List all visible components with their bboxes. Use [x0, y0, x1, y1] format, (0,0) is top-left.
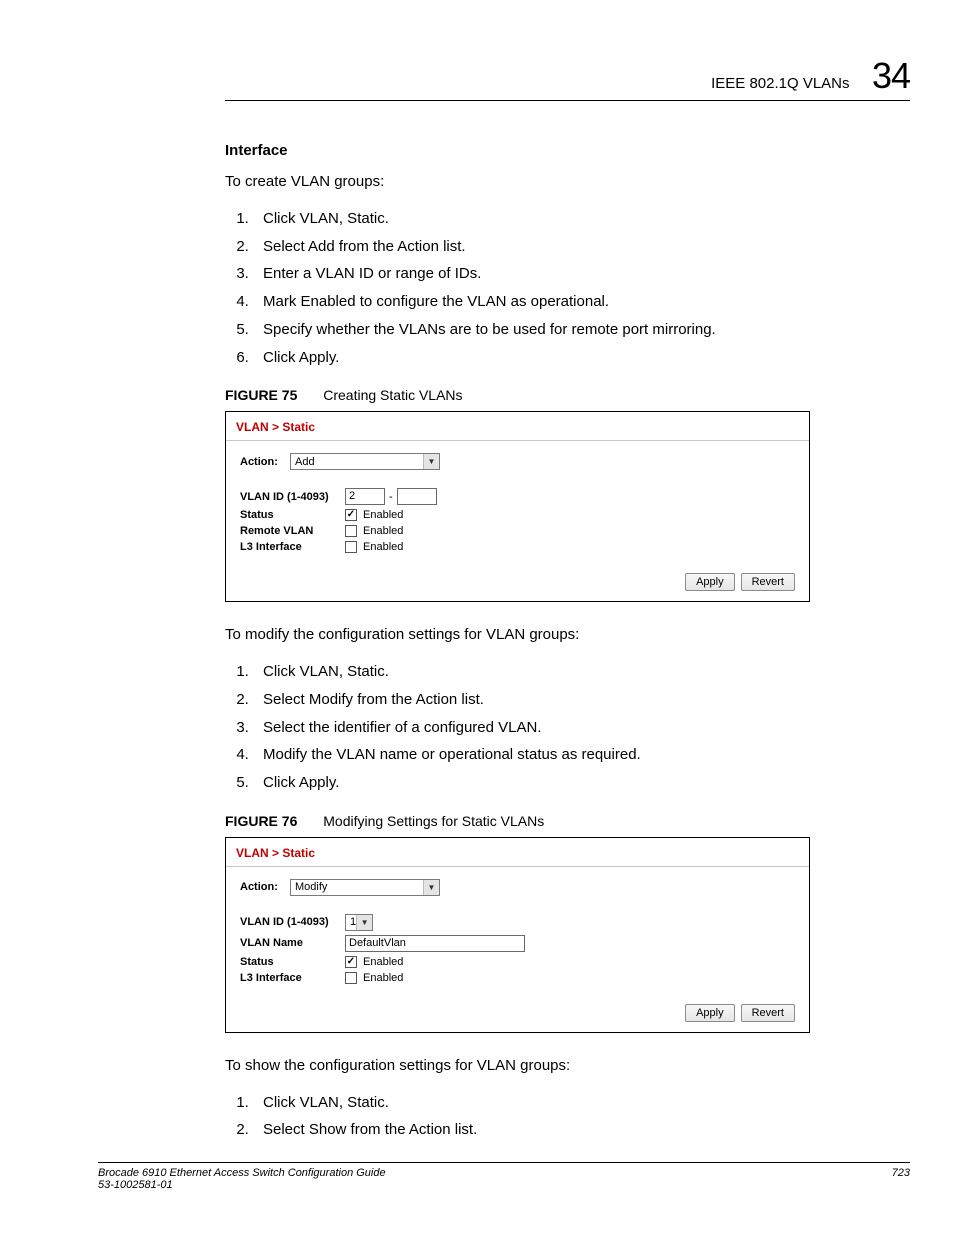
breadcrumb: VLAN > Static: [226, 412, 809, 440]
step: Select Add from the Action list.: [253, 233, 810, 261]
figure-label: FIGURE 75: [225, 387, 297, 403]
action-select[interactable]: Modify ▼: [290, 879, 440, 896]
remote-vlan-label: Remote VLAN: [240, 525, 345, 537]
page-number: 723: [892, 1167, 910, 1191]
footer-left: Brocade 6910 Ethernet Access Switch Conf…: [98, 1167, 386, 1191]
l3-interface-text: Enabled: [363, 972, 403, 984]
action-label: Action:: [240, 881, 290, 893]
doc-number: 53-1002581-01: [98, 1179, 386, 1191]
status-label: Status: [240, 509, 345, 521]
l3-interface-text: Enabled: [363, 541, 403, 553]
action-select[interactable]: Add ▼: [290, 453, 440, 470]
page-footer: Brocade 6910 Ethernet Access Switch Conf…: [98, 1162, 910, 1191]
action-label: Action:: [240, 456, 290, 468]
vlan-name-input[interactable]: DefaultVlan: [345, 935, 525, 952]
revert-button[interactable]: Revert: [741, 573, 795, 591]
status-label: Status: [240, 956, 345, 968]
action-value: Add: [295, 456, 315, 468]
chapter-number: 34: [872, 58, 910, 94]
chevron-down-icon: ▼: [423, 880, 439, 895]
l3-interface-label: L3 Interface: [240, 972, 345, 984]
action-row: Action: Add ▼: [240, 453, 795, 470]
chevron-down-icon: ▼: [423, 454, 439, 469]
status-checkbox[interactable]: [345, 956, 357, 968]
screenshot-modify-vlan: VLAN > Static Action: Modify ▼ VLAN ID (…: [225, 837, 810, 1033]
figure-76-caption: FIGURE 76 Modifying Settings for Static …: [225, 813, 810, 829]
intro-create: To create VLAN groups:: [225, 171, 810, 193]
steps-show: Click VLAN, Static. Select Show from the…: [225, 1089, 810, 1145]
step: Click VLAN, Static.: [253, 205, 810, 233]
status-checkbox[interactable]: [345, 509, 357, 521]
remote-vlan-text: Enabled: [363, 525, 403, 537]
step: Click Apply.: [253, 769, 810, 797]
apply-button[interactable]: Apply: [685, 1004, 735, 1022]
action-value: Modify: [295, 881, 327, 893]
step: Click VLAN, Static.: [253, 658, 810, 686]
status-text: Enabled: [363, 956, 403, 968]
step: Select the identifier of a configured VL…: [253, 714, 810, 742]
vlanid-from-input[interactable]: 2: [345, 488, 385, 505]
remote-vlan-checkbox[interactable]: [345, 525, 357, 537]
l3-interface-label: L3 Interface: [240, 541, 345, 553]
figure-label: FIGURE 76: [225, 813, 297, 829]
l3-interface-checkbox[interactable]: [345, 541, 357, 553]
steps-modify: Click VLAN, Static. Select Modify from t…: [225, 658, 810, 797]
doc-title: Brocade 6910 Ethernet Access Switch Conf…: [98, 1167, 386, 1179]
vlan-name-label: VLAN Name: [240, 937, 345, 949]
step: Click VLAN, Static.: [253, 1089, 810, 1117]
step: Mark Enabled to configure the VLAN as op…: [253, 288, 810, 316]
step: Enter a VLAN ID or range of IDs.: [253, 260, 810, 288]
interface-heading: Interface: [225, 142, 810, 159]
steps-create: Click VLAN, Static. Select Add from the …: [225, 205, 810, 372]
vlanid-label: VLAN ID (1-4093): [240, 491, 345, 503]
figure-title: Creating Static VLANs: [323, 387, 462, 403]
intro-show: To show the configuration settings for V…: [225, 1055, 810, 1077]
status-text: Enabled: [363, 509, 403, 521]
vlanid-label: VLAN ID (1-4093): [240, 916, 345, 928]
step: Modify the VLAN name or operational stat…: [253, 741, 810, 769]
vlanid-to-input[interactable]: [397, 488, 437, 505]
figure-title: Modifying Settings for Static VLANs: [323, 813, 544, 829]
step: Select Modify from the Action list.: [253, 686, 810, 714]
range-dash: -: [389, 491, 393, 503]
l3-interface-checkbox[interactable]: [345, 972, 357, 984]
screenshot-create-vlan: VLAN > Static Action: Add ▼ VLAN ID (1-4…: [225, 411, 810, 602]
step: Specify whether the VLANs are to be used…: [253, 316, 810, 344]
intro-modify: To modify the configuration settings for…: [225, 624, 810, 646]
breadcrumb: VLAN > Static: [226, 838, 809, 866]
chevron-down-icon: ▼: [356, 915, 372, 930]
action-row: Action: Modify ▼: [240, 879, 795, 896]
step: Click Apply.: [253, 344, 810, 372]
figure-75-caption: FIGURE 75 Creating Static VLANs: [225, 387, 810, 403]
vlanid-select[interactable]: 1 ▼: [345, 914, 373, 931]
revert-button[interactable]: Revert: [741, 1004, 795, 1022]
apply-button[interactable]: Apply: [685, 573, 735, 591]
step: Select Show from the Action list.: [253, 1116, 810, 1144]
